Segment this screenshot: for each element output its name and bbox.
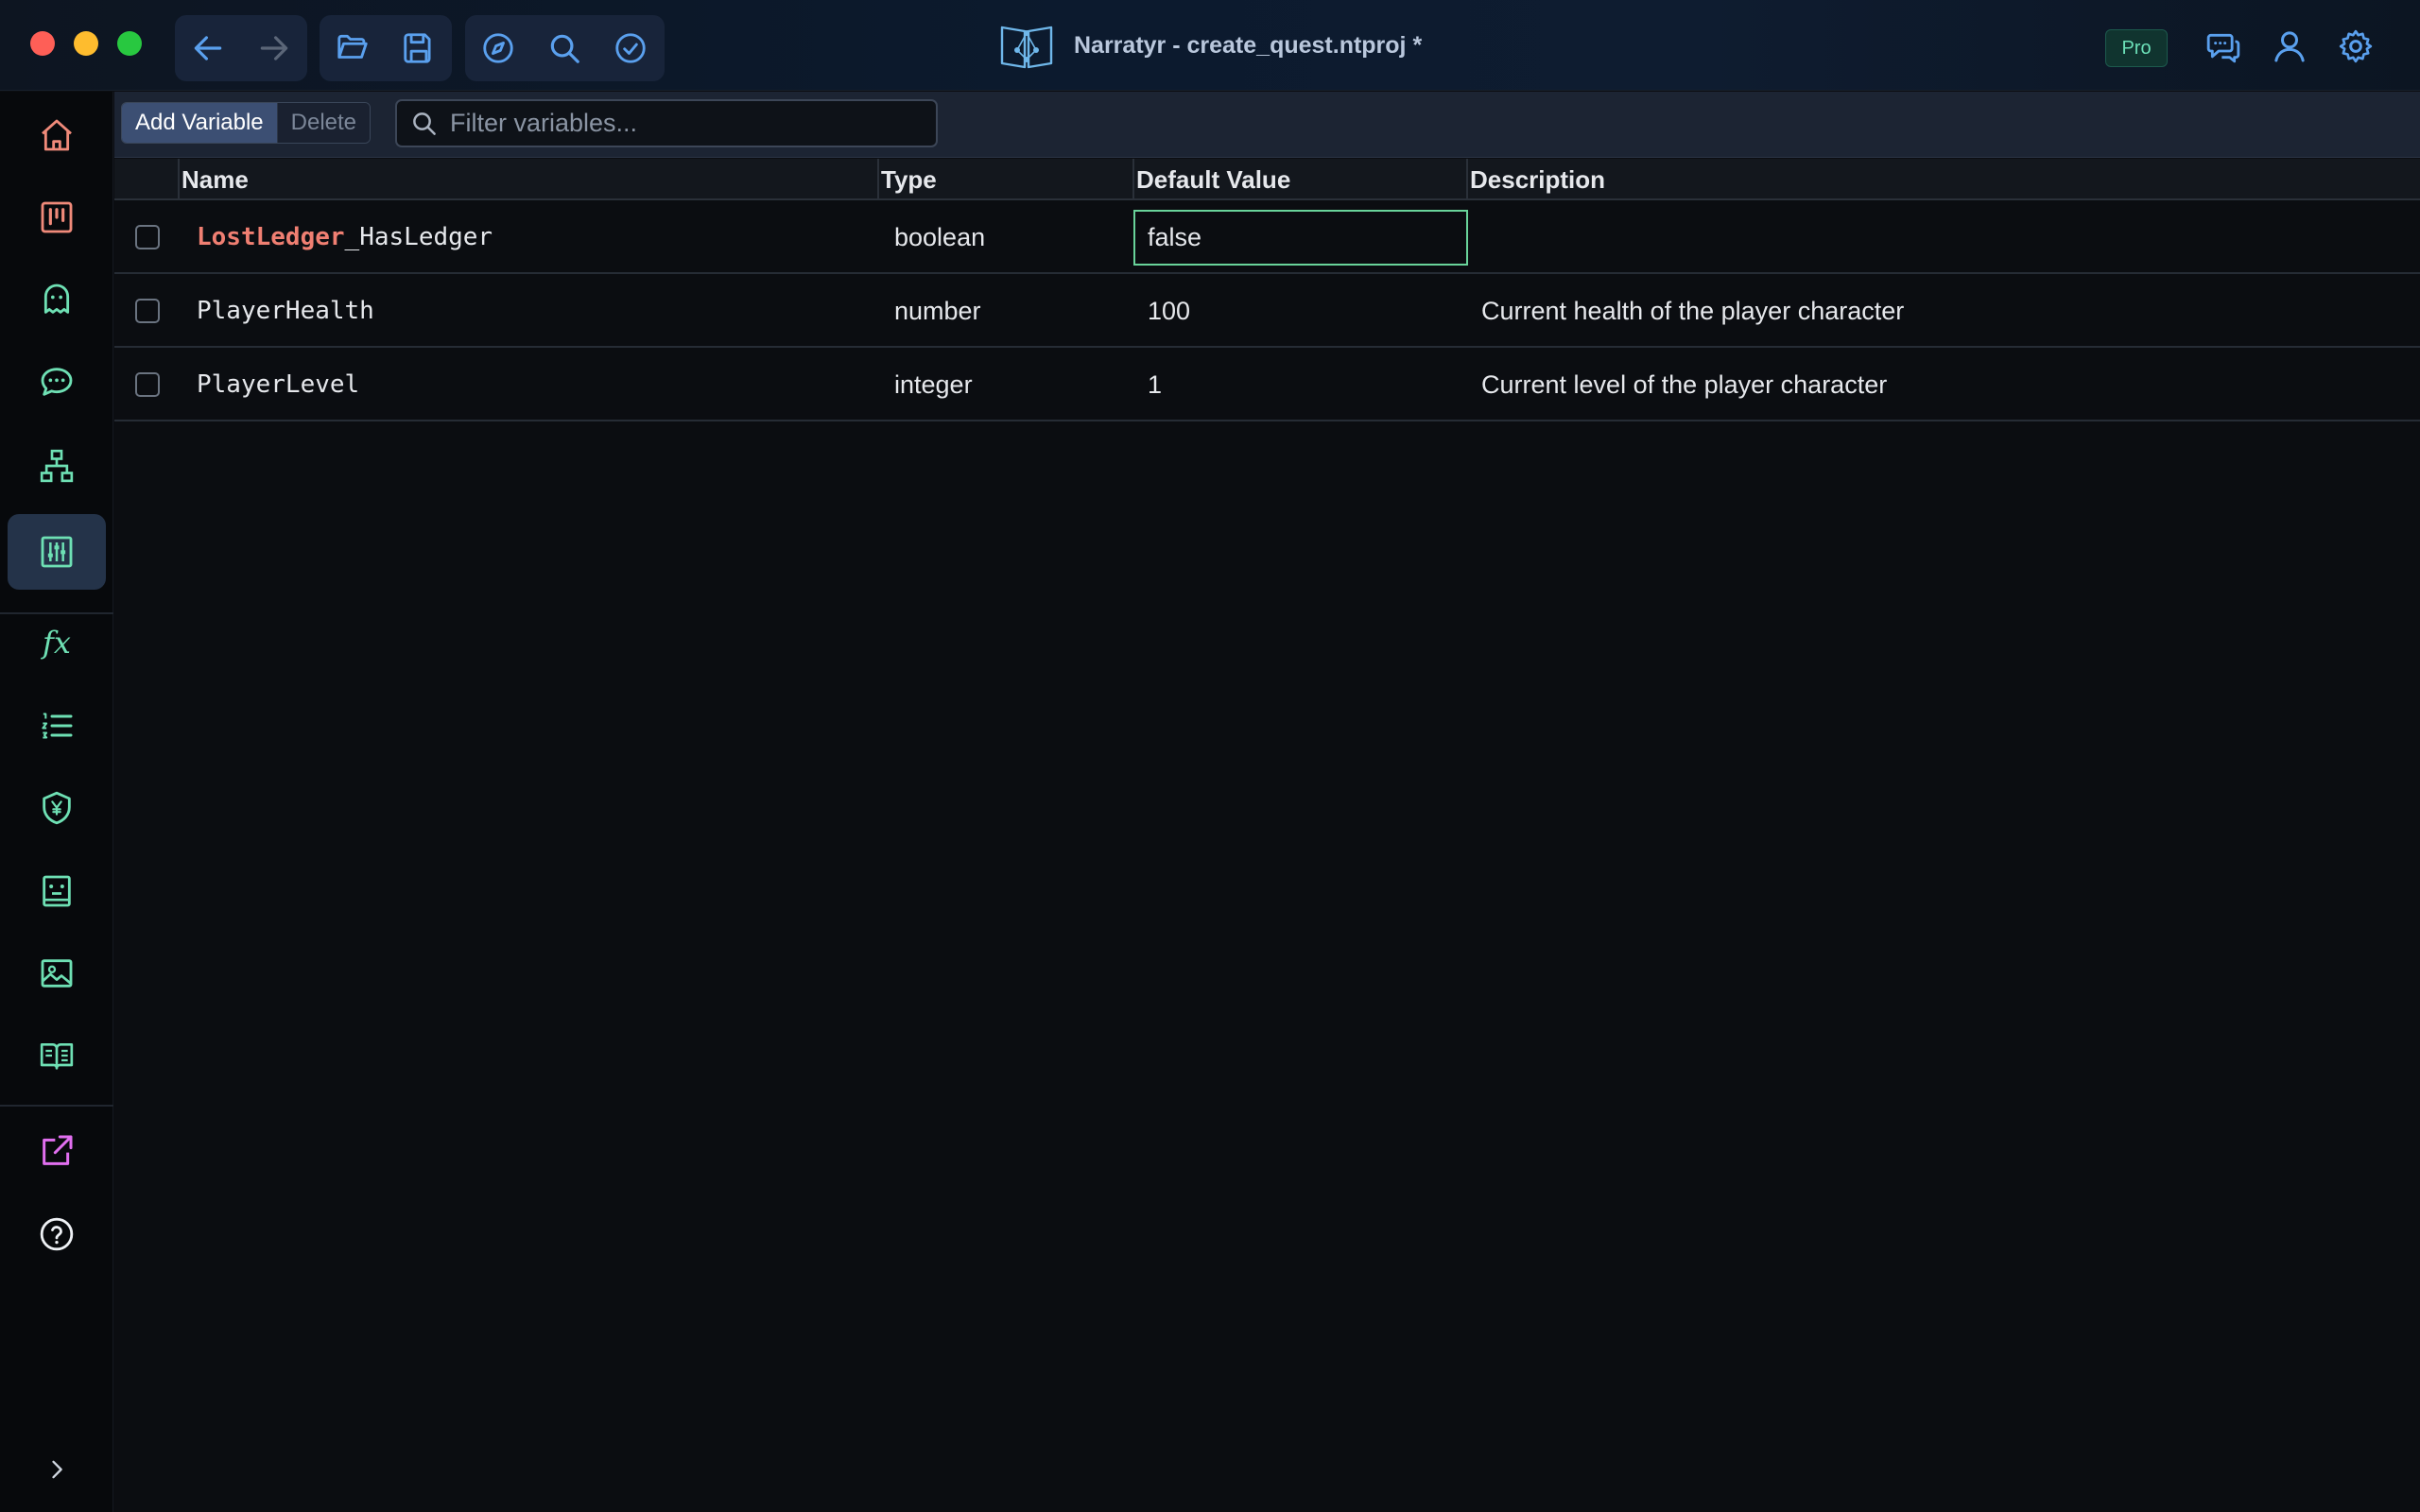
default-value-cell[interactable]: 1: [1133, 348, 1468, 421]
forward-button[interactable]: [241, 15, 307, 81]
table-row[interactable]: LostLedger _HasLedger boolean false: [114, 200, 2420, 274]
book-icon: [40, 1043, 74, 1070]
export-icon: [43, 1135, 73, 1165]
close-window-button[interactable]: [30, 31, 55, 56]
row-checkbox[interactable]: [135, 225, 160, 249]
narratyr-logo-icon: [1000, 26, 1053, 69]
currency-shield-icon: [43, 791, 71, 825]
sidebar-item-variables[interactable]: [8, 514, 106, 590]
sidebar-item-help[interactable]: [8, 1196, 106, 1272]
pro-badge[interactable]: Pro: [2105, 29, 2168, 67]
back-button[interactable]: [175, 15, 241, 81]
sidebar: fx: [0, 92, 113, 1512]
history-group: [175, 15, 307, 81]
character-card-icon: [43, 875, 71, 907]
variable-name-rest: PlayerLevel: [197, 370, 360, 399]
numbered-list-icon: [42, 713, 73, 739]
table-row[interactable]: PlayerHealth number 100 Current health o…: [114, 274, 2420, 348]
user-icon: [2274, 31, 2305, 62]
table-header: Name Type Default Value Description: [114, 159, 2420, 200]
filter-box[interactable]: [395, 99, 938, 147]
sidebar-item-export[interactable]: [8, 1113, 106, 1189]
sidebar-item-lists[interactable]: [8, 688, 106, 764]
sidebar-item-dialogue[interactable]: [8, 344, 106, 420]
delete-button[interactable]: Delete: [277, 103, 371, 143]
variables-toolbar: Add Variable Delete: [114, 92, 2420, 158]
table-row[interactable]: PlayerLevel integer 1 Current level of t…: [114, 348, 2420, 421]
save-icon: [404, 33, 431, 63]
column-header-description[interactable]: Description: [1466, 159, 2420, 200]
sidebar-item-glossary[interactable]: [8, 1018, 106, 1093]
variables-table: Name Type Default Value Description Lost…: [114, 159, 2420, 1512]
file-group: [320, 15, 452, 81]
kanban-board-icon: [41, 201, 73, 233]
forward-arrow-icon: [260, 36, 288, 60]
variable-type-cell[interactable]: integer: [894, 348, 973, 421]
sidebar-item-board[interactable]: [8, 180, 106, 255]
variable-name-cell[interactable]: PlayerHealth: [197, 274, 374, 348]
column-header-name[interactable]: Name: [178, 159, 877, 200]
row-checkbox[interactable]: [135, 372, 160, 397]
navigate-button[interactable]: [465, 15, 531, 81]
sidebar-expand-button[interactable]: [8, 1432, 106, 1507]
folder-open-icon: [337, 34, 368, 59]
title-bar: Narratyr - create_quest.ntproj * Pro: [0, 0, 2420, 91]
gear-icon: [2339, 29, 2373, 63]
chat-bubbles-icon: [2206, 33, 2240, 63]
function-icon: fx: [43, 625, 71, 661]
dialogue-icon: [41, 368, 73, 396]
sidebar-item-assets[interactable]: [8, 936, 106, 1011]
add-variable-button[interactable]: Add Variable: [122, 103, 278, 143]
default-value-cell[interactable]: 100: [1133, 274, 1468, 348]
filter-variables-input[interactable]: [450, 109, 923, 138]
back-arrow-icon: [194, 36, 222, 60]
sidebar-item-flow[interactable]: [8, 428, 106, 504]
description-cell[interactable]: Current health of the player character: [1481, 274, 1904, 348]
save-project-button[interactable]: [386, 15, 452, 81]
search-icon: [550, 34, 579, 63]
minimize-window-button[interactable]: [74, 31, 98, 56]
variable-type-cell[interactable]: boolean: [894, 200, 985, 274]
hierarchy-icon: [40, 449, 74, 483]
settings-button[interactable]: [2332, 23, 2379, 70]
image-icon: [41, 959, 73, 988]
open-project-button[interactable]: [320, 15, 386, 81]
default-value-editor[interactable]: false: [1133, 210, 1468, 266]
variable-name-cell[interactable]: LostLedger _HasLedger: [197, 200, 493, 274]
validate-button[interactable]: [597, 15, 664, 81]
row-checkbox[interactable]: [135, 299, 160, 323]
search-button[interactable]: [531, 15, 597, 81]
check-circle-icon: [615, 33, 646, 63]
description-cell[interactable]: Current level of the player character: [1481, 348, 1887, 421]
column-header-default[interactable]: Default Value: [1132, 159, 1466, 200]
sidebar-divider-bottom: [0, 1105, 113, 1107]
account-button[interactable]: [2266, 23, 2313, 70]
sidebar-item-characters[interactable]: [8, 262, 106, 337]
sidebar-item-home[interactable]: [8, 97, 106, 173]
sidebar-item-functions[interactable]: fx: [8, 605, 106, 680]
ghost-icon: [43, 284, 70, 314]
window-title: Narratyr - create_quest.ntproj *: [1074, 31, 1423, 59]
variable-name-cell[interactable]: PlayerLevel: [197, 348, 359, 421]
column-header-type[interactable]: Type: [877, 159, 1132, 200]
sidebar-item-economy[interactable]: [8, 770, 106, 846]
chevron-right-icon: [52, 1460, 62, 1479]
help-icon: [40, 1217, 74, 1251]
variable-name-rest: _HasLedger: [344, 223, 493, 251]
sidebar-item-entities[interactable]: [8, 853, 106, 929]
search-icon: [413, 112, 436, 135]
variable-name-prefix: LostLedger: [197, 223, 345, 251]
variable-actions: Add Variable Delete: [121, 102, 372, 144]
variables-icon: [41, 536, 73, 568]
window-title-group: Narratyr - create_quest.ntproj *: [998, 19, 1422, 72]
home-icon: [42, 119, 72, 151]
variable-type-cell[interactable]: number: [894, 274, 981, 348]
compass-icon: [483, 33, 513, 63]
tools-group: [465, 15, 665, 81]
chat-button[interactable]: [2200, 23, 2247, 70]
maximize-window-button[interactable]: [117, 31, 142, 56]
variable-name-rest: PlayerHealth: [197, 297, 374, 325]
